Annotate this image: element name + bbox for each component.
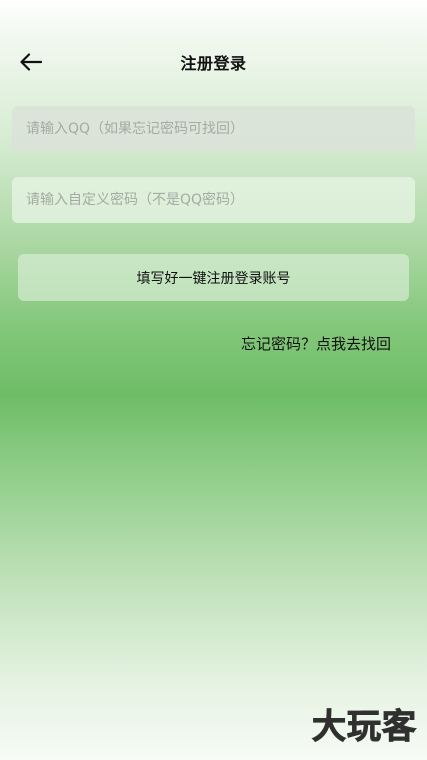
header-bar: 注册登录 (0, 40, 427, 84)
forgot-password-link[interactable]: 忘记密码？点我去找回 (241, 333, 391, 354)
register-login-button[interactable]: 填写好一键注册登录账号 (18, 254, 409, 301)
qq-input[interactable] (24, 120, 403, 138)
password-input[interactable] (24, 191, 403, 209)
page-title: 注册登录 (180, 54, 247, 73)
password-field[interactable] (12, 177, 415, 223)
watermark-logo: 大玩客 (312, 707, 417, 748)
qq-field[interactable] (12, 106, 415, 152)
